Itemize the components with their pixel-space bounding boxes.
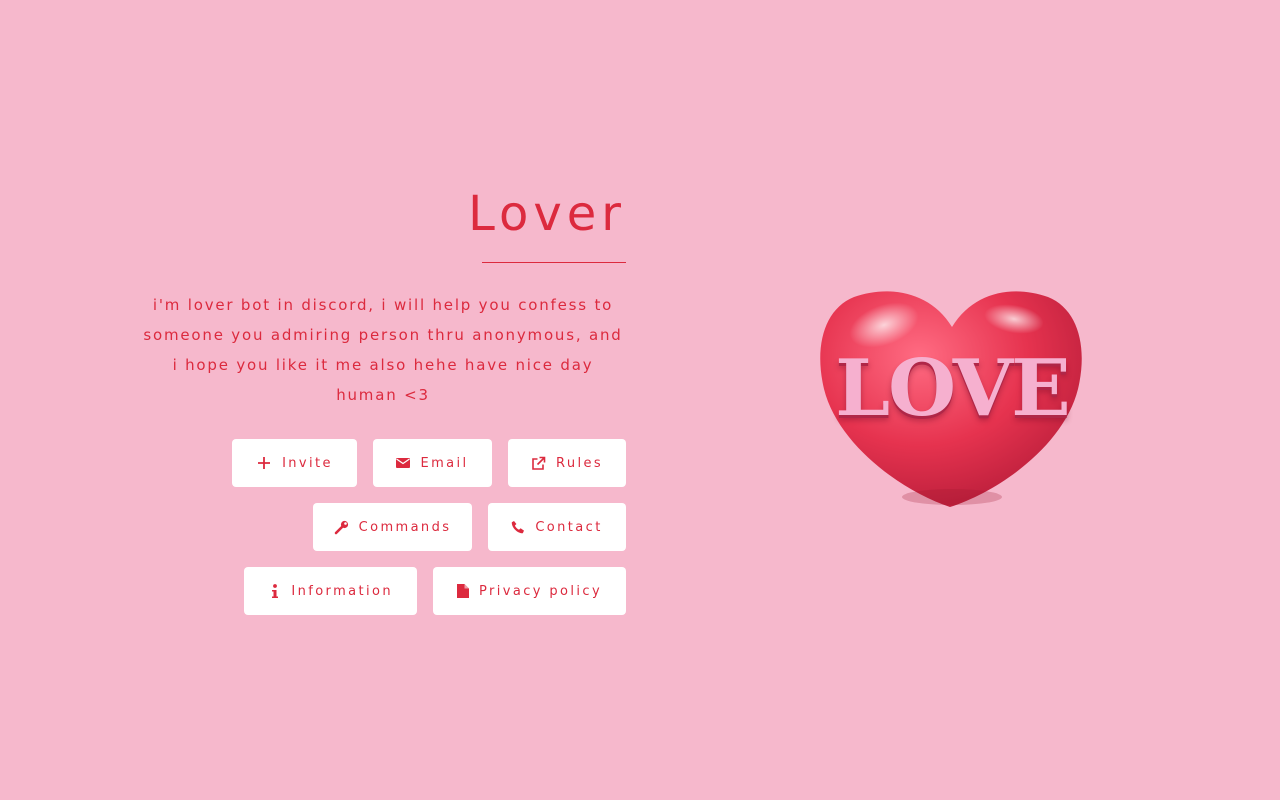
title-divider xyxy=(482,262,626,263)
button-row-1: Invite Email Rules xyxy=(232,439,626,487)
info-icon xyxy=(268,583,281,599)
contact-button[interactable]: Contact xyxy=(488,503,626,551)
wrench-icon xyxy=(334,519,349,535)
privacy-policy-button[interactable]: Privacy policy xyxy=(433,567,626,615)
page-title: Lover xyxy=(468,186,626,242)
commands-button[interactable]: Commands xyxy=(313,503,472,551)
button-row-2: Commands Contact xyxy=(313,503,626,551)
email-label: Email xyxy=(420,455,469,471)
contact-label: Contact xyxy=(535,519,603,535)
page-description: i'm lover bot in discord, i will help yo… xyxy=(143,296,623,404)
information-label: Information xyxy=(291,583,393,599)
information-button[interactable]: Information xyxy=(244,567,417,615)
email-button[interactable]: Email xyxy=(373,439,492,487)
invite-button[interactable]: Invite xyxy=(232,439,357,487)
love-text: LOVE xyxy=(835,343,1070,434)
love-heart-image: LOVE xyxy=(818,285,1086,515)
rules-button[interactable]: Rules xyxy=(508,439,626,487)
plus-icon xyxy=(256,455,272,471)
file-icon xyxy=(456,583,469,599)
invite-label: Invite xyxy=(282,455,333,471)
button-row-3: Information Privacy policy xyxy=(244,567,626,615)
phone-icon xyxy=(511,519,525,535)
rules-label: Rules xyxy=(555,455,604,471)
intro-section: Lover i'm lover bot in discord, i will h… xyxy=(140,180,626,615)
privacy-policy-label: Privacy policy xyxy=(478,583,603,599)
external-link-icon xyxy=(531,455,546,471)
commands-label: Commands xyxy=(358,519,452,535)
envelope-icon xyxy=(396,455,411,471)
